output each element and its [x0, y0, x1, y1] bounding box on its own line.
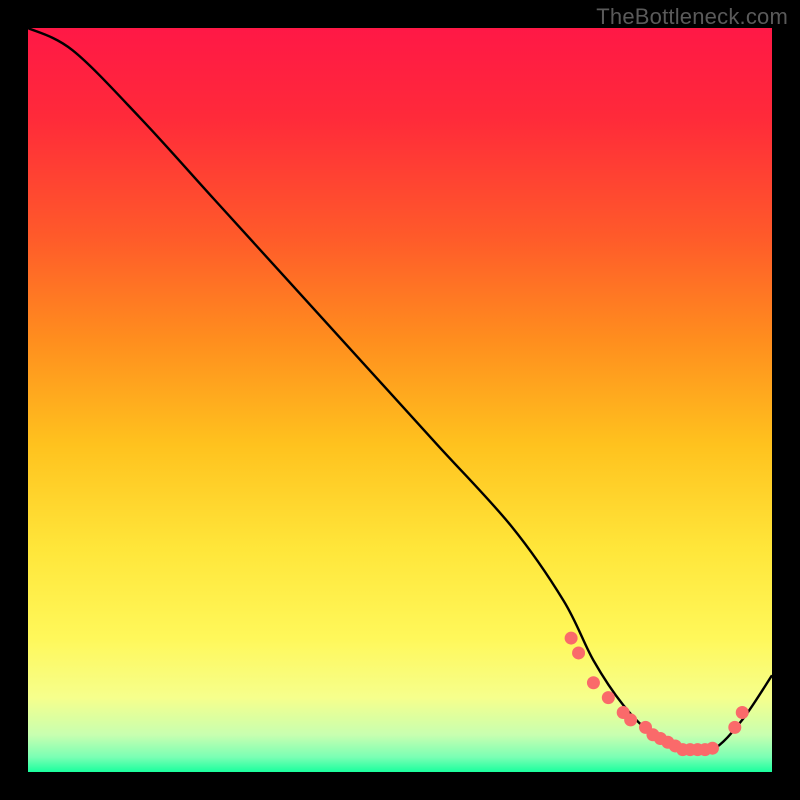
chart-svg [28, 28, 772, 772]
valley-dot [602, 691, 615, 704]
valley-dot [565, 632, 578, 645]
watermark-text: TheBottleneck.com [596, 4, 788, 30]
valley-dot [736, 706, 749, 719]
plot-area [28, 28, 772, 772]
valley-dot [728, 721, 741, 734]
valley-dot [572, 646, 585, 659]
chart-background [28, 28, 772, 772]
valley-dot [624, 713, 637, 726]
valley-dot [706, 742, 719, 755]
chart-frame: TheBottleneck.com [0, 0, 800, 800]
valley-dot [587, 676, 600, 689]
